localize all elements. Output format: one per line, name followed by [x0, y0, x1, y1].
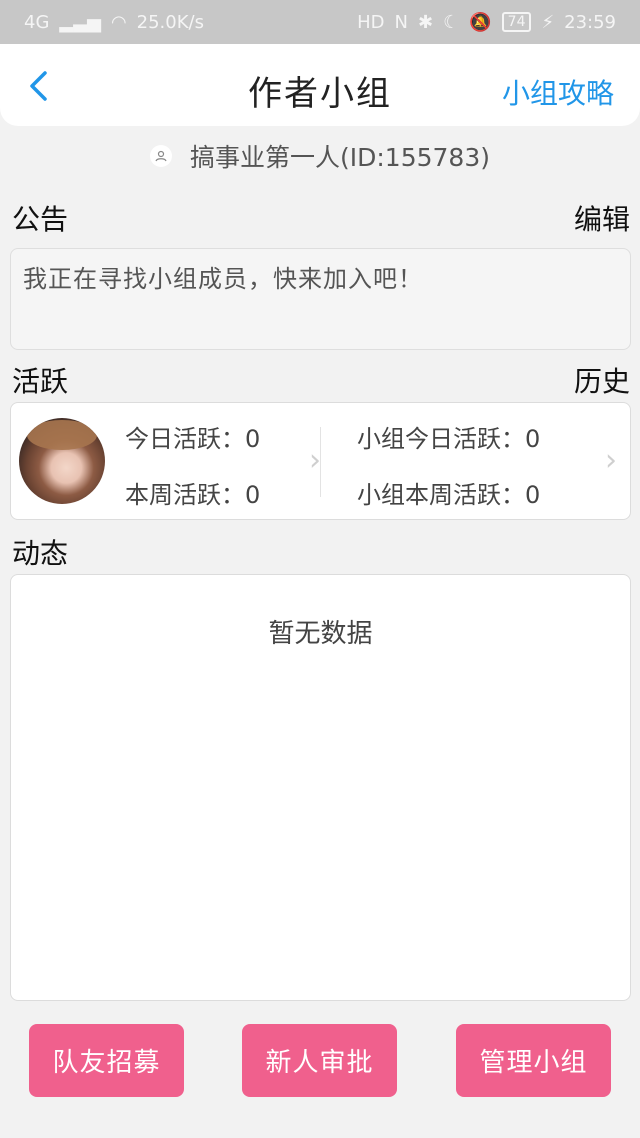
notice-content[interactable]: 我正在寻找小组成员，快来加入吧！ [10, 248, 631, 350]
approve-button[interactable]: 新人审批 [242, 1024, 397, 1097]
user-icon [150, 145, 172, 167]
bluetooth-icon: ✱ [418, 11, 434, 33]
status-right: HD N ✱ ☾ 🔕 74 ⚡ 23:59 [357, 12, 616, 33]
status-left: 4G ▂▃▅ ◠ 25.0K/s [24, 12, 204, 33]
history-button[interactable]: 历史 [574, 360, 630, 400]
moon-icon: ☾ [443, 11, 460, 33]
recruit-button[interactable]: 队友招募 [29, 1024, 184, 1097]
network-label: 4G [24, 11, 50, 33]
charging-icon: ⚡ [541, 11, 555, 33]
today-activity: 今日活跃：0 [125, 425, 261, 453]
group-today-activity: 小组今日活跃：0 [357, 425, 541, 453]
status-bar: 4G ▂▃▅ ◠ 25.0K/s HD N ✱ ☾ 🔕 74 ⚡ 23:59 [0, 0, 640, 44]
header: 作者小组 小组攻略 [0, 44, 640, 126]
owner-name-id: 搞事业第一人(ID:155783) [190, 143, 490, 172]
wifi-icon: ◠ [110, 11, 127, 33]
week-activity: 本周活跃：0 [125, 481, 261, 509]
feed-title: 动态 [12, 537, 69, 570]
notice-title: 公告 [12, 203, 69, 236]
mute-icon: 🔕 [469, 11, 492, 33]
activity-title: 活跃 [12, 365, 69, 398]
empty-state-text: 暂无数据 [268, 619, 373, 649]
avatar [19, 418, 105, 504]
network-speed: 25.0K/s [136, 11, 204, 33]
hd-icon: HD [357, 11, 385, 33]
group-week-activity: 小组本周活跃：0 [357, 481, 541, 509]
clock: 23:59 [564, 11, 616, 33]
group-guide-link[interactable]: 小组攻略 [502, 72, 614, 112]
nfc-icon: N [394, 11, 408, 33]
battery-level: 74 [501, 12, 532, 32]
group-owner-row: 搞事业第一人(ID:155783) [0, 134, 640, 178]
activity-card[interactable]: 今日活跃：0 本周活跃：0 › 小组今日活跃：0 小组本周活跃：0 › [10, 402, 631, 520]
manage-group-button[interactable]: 管理小组 [456, 1024, 611, 1097]
edit-notice-button[interactable]: 编辑 [574, 198, 630, 238]
chevron-right-icon[interactable]: › [605, 443, 617, 478]
feed-box: 暂无数据 [10, 574, 631, 1001]
signal-icon: ▂▃▅ [59, 11, 101, 33]
divider [320, 427, 321, 497]
